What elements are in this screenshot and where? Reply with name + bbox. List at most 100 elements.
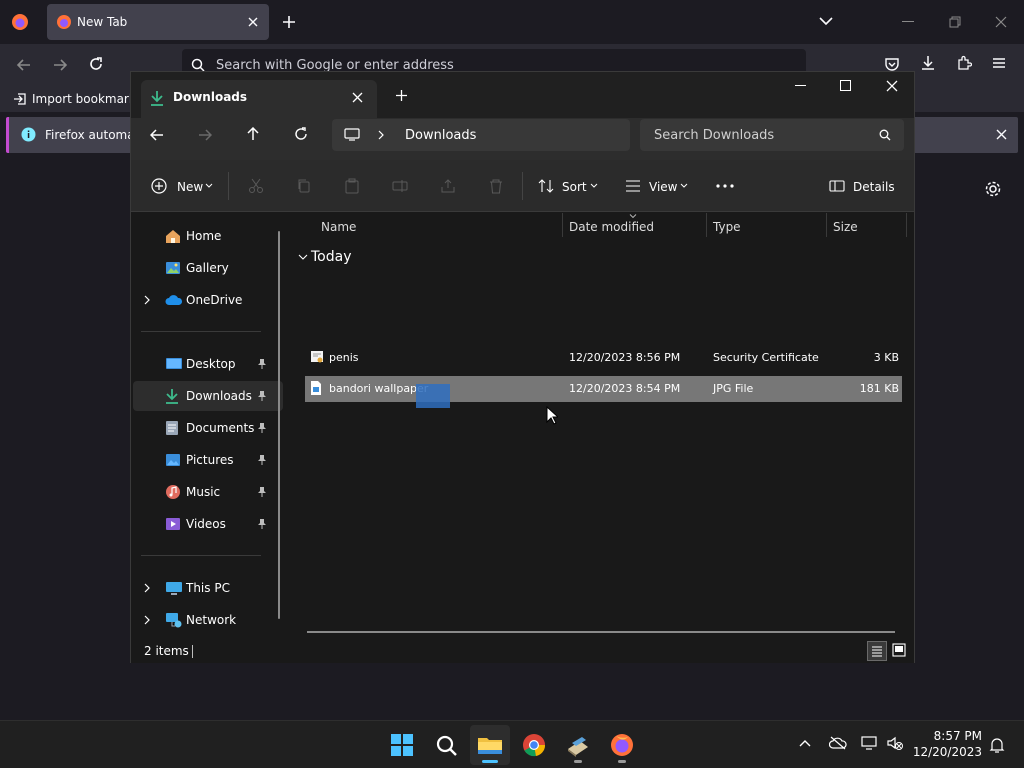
details-pane-icon[interactable] <box>829 180 845 192</box>
cut-icon[interactable] <box>248 178 264 194</box>
nav-item-downloads[interactable]: Downloads <box>133 381 283 411</box>
pin-icon[interactable] <box>257 390 267 402</box>
settings-gear-icon[interactable] <box>984 180 1002 198</box>
extensions-icon[interactable] <box>956 55 972 71</box>
copy-icon[interactable] <box>296 178 312 194</box>
sort-icon[interactable] <box>538 178 554 194</box>
pin-icon[interactable] <box>257 518 267 530</box>
column-header-name[interactable]: Name <box>321 220 356 234</box>
books-app-taskbar-icon[interactable] <box>558 725 598 765</box>
chevron-right-icon[interactable] <box>378 130 384 140</box>
nav-scrollbar[interactable] <box>278 231 280 619</box>
onedrive-offline-icon[interactable] <box>829 736 847 750</box>
column-separator[interactable] <box>706 213 707 237</box>
nav-item-onedrive[interactable]: OneDrive <box>133 285 283 315</box>
nav-item-network[interactable]: Network <box>133 605 283 635</box>
file-explorer-taskbar-icon[interactable] <box>470 725 510 765</box>
close-notice-icon[interactable] <box>996 129 1007 140</box>
minimize-browser-icon[interactable] <box>902 21 914 23</box>
new-plus-icon[interactable] <box>151 178 167 194</box>
new-tab-icon[interactable] <box>395 89 408 102</box>
breadcrumb-downloads[interactable]: Downloads <box>405 128 476 143</box>
chevron-up-icon[interactable] <box>799 739 811 747</box>
pin-icon[interactable] <box>257 486 267 498</box>
minimize-icon[interactable] <box>795 85 807 87</box>
refresh-icon[interactable] <box>294 127 308 141</box>
nav-item-desktop[interactable]: Desktop <box>133 349 283 379</box>
close-window-icon[interactable] <box>886 80 898 92</box>
nav-item-thispc[interactable]: This PC <box>133 573 283 603</box>
pocket-icon[interactable] <box>884 56 900 72</box>
new-button[interactable]: New <box>177 180 203 194</box>
back-arrow-icon[interactable] <box>150 128 164 142</box>
browser-tab[interactable]: New Tab <box>47 4 269 40</box>
column-header-type[interactable]: Type <box>713 220 741 234</box>
monitor-icon[interactable] <box>344 128 360 141</box>
close-browser-icon[interactable] <box>995 16 1007 28</box>
restore-browser-icon[interactable] <box>949 16 961 28</box>
nav-item-home[interactable]: Home <box>133 221 283 251</box>
chevron-right-icon[interactable] <box>144 615 150 625</box>
reload-icon[interactable] <box>88 56 104 72</box>
firefox-taskbar-icon[interactable] <box>602 725 642 765</box>
up-arrow-icon[interactable] <box>246 127 260 141</box>
address-path[interactable]: Downloads <box>332 119 630 151</box>
start-button[interactable] <box>382 725 422 765</box>
chevron-right-icon[interactable] <box>144 583 150 593</box>
column-separator[interactable] <box>826 213 827 237</box>
column-separator[interactable] <box>562 213 563 237</box>
group-header-today[interactable]: Today <box>311 249 352 265</box>
import-bookmarks-link[interactable]: Import bookmarks <box>32 92 142 106</box>
column-header-date[interactable]: Date modified <box>569 220 654 234</box>
column-header-size[interactable]: Size <box>833 220 858 234</box>
downloads-icon[interactable] <box>920 55 936 71</box>
chrome-taskbar-icon[interactable] <box>514 725 554 765</box>
delete-icon[interactable] <box>488 178 504 194</box>
new-tab-icon[interactable] <box>282 15 296 29</box>
nav-item-documents[interactable]: Documents <box>133 413 283 443</box>
search-box[interactable]: Search Downloads <box>640 119 904 151</box>
chevron-down-icon[interactable] <box>590 183 598 188</box>
chevron-down-icon[interactable] <box>205 183 213 188</box>
horizontal-scrollbar[interactable] <box>307 631 895 633</box>
nav-item-music[interactable]: Music <box>133 477 283 507</box>
explorer-tab[interactable]: Downloads <box>141 80 377 118</box>
close-tab-icon[interactable] <box>352 92 363 103</box>
chevron-right-icon[interactable] <box>144 295 150 305</box>
view-list-icon[interactable] <box>625 180 641 192</box>
pin-icon[interactable] <box>257 454 267 466</box>
forward-arrow-icon[interactable] <box>198 128 212 142</box>
nav-item-pictures[interactable]: Pictures <box>133 445 283 475</box>
network-status-icon[interactable] <box>861 735 879 751</box>
chevron-down-icon[interactable] <box>680 183 688 188</box>
pin-icon[interactable] <box>257 422 267 434</box>
paste-icon[interactable] <box>344 178 360 194</box>
back-icon[interactable] <box>16 57 32 73</box>
nav-item-videos[interactable]: Videos <box>133 509 283 539</box>
clock-date[interactable]: 12/20/2023 <box>910 745 982 759</box>
list-all-tabs-icon[interactable] <box>819 16 833 26</box>
notification-bell-icon[interactable] <box>989 736 1005 754</box>
sort-button[interactable]: Sort <box>562 180 587 194</box>
forward-icon[interactable] <box>52 57 68 73</box>
clock-time[interactable]: 8:57 PM <box>910 729 982 743</box>
collapse-group-icon[interactable] <box>298 254 308 260</box>
search-button[interactable] <box>426 725 466 765</box>
large-icons-view-button[interactable] <box>891 642 907 658</box>
view-button[interactable]: View <box>649 180 677 194</box>
more-options-icon[interactable] <box>716 184 734 188</box>
volume-muted-icon[interactable] <box>886 735 904 751</box>
details-button[interactable]: Details <box>853 180 895 194</box>
hamburger-menu-icon[interactable] <box>992 56 1006 70</box>
table-row[interactable]: bandori wallpaper 12/20/2023 8:54 PM JPG… <box>305 376 902 408</box>
details-view-button[interactable] <box>867 641 887 661</box>
share-icon[interactable] <box>440 178 456 194</box>
close-tab-icon[interactable] <box>247 16 259 28</box>
table-row[interactable]: penis 12/20/2023 8:56 PM Security Certif… <box>305 345 902 371</box>
rename-icon[interactable] <box>392 178 408 194</box>
firefox-menu-icon[interactable] <box>11 13 29 31</box>
column-separator[interactable] <box>906 213 907 237</box>
pin-icon[interactable] <box>257 358 267 370</box>
nav-item-gallery[interactable]: Gallery <box>133 253 283 283</box>
maximize-icon[interactable] <box>840 80 851 91</box>
